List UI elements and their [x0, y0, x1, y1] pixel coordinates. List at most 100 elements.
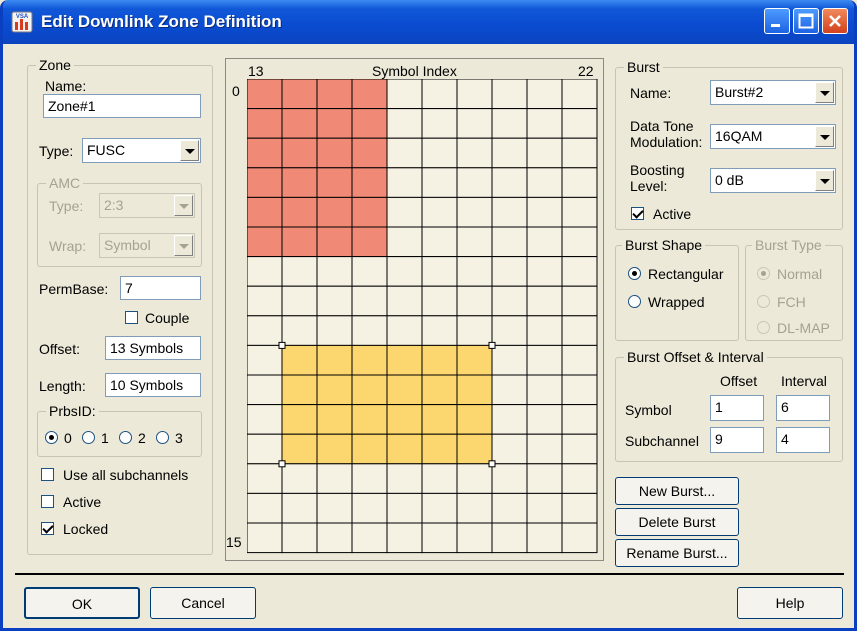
grid-cell[interactable] — [561, 522, 598, 554]
grid-cell[interactable] — [386, 256, 423, 287]
grid-cell[interactable] — [561, 256, 598, 287]
grid-cell[interactable] — [421, 196, 458, 228]
grid-cell[interactable] — [386, 433, 423, 465]
grid-cell[interactable] — [491, 256, 528, 287]
new-burst-button[interactable]: New Burst... — [615, 477, 739, 505]
burst-active-checkbox[interactable] — [631, 207, 644, 220]
grid-cell[interactable] — [386, 404, 423, 435]
grid-cell[interactable] — [351, 315, 388, 346]
grid-cell[interactable] — [561, 226, 598, 258]
grid-cell[interactable] — [247, 167, 283, 198]
minimize-button[interactable] — [764, 8, 790, 34]
grid-cell[interactable] — [421, 285, 458, 317]
grid-cell[interactable] — [386, 374, 423, 406]
grid-cell[interactable] — [351, 374, 388, 406]
grid-cell[interactable] — [421, 404, 458, 435]
grid-cell[interactable] — [456, 344, 493, 376]
maximize-button[interactable] — [793, 8, 819, 34]
grid-cell[interactable] — [247, 315, 283, 346]
grid-cell[interactable] — [316, 522, 353, 554]
grid-cell[interactable] — [351, 404, 388, 435]
zone-name-input[interactable]: Zone#1 — [43, 94, 201, 118]
grid-cell[interactable] — [351, 463, 388, 494]
delete-burst-button[interactable]: Delete Burst — [615, 508, 739, 536]
offset-input[interactable]: 13 Symbols — [105, 336, 201, 360]
permbase-input[interactable]: 7 — [120, 276, 201, 300]
prbsid-radio-0[interactable] — [45, 431, 58, 444]
grid-cell[interactable] — [386, 79, 423, 110]
prbsid-radio-1[interactable] — [82, 431, 95, 444]
grid-cell[interactable] — [526, 463, 563, 494]
symbol-offset-input[interactable]: 1 — [710, 395, 764, 421]
grid-cell[interactable] — [351, 285, 388, 317]
close-button[interactable] — [822, 8, 848, 34]
grid-cell[interactable] — [247, 522, 283, 554]
grid-cell[interactable] — [316, 137, 353, 169]
grid-cell[interactable] — [421, 522, 458, 554]
length-input[interactable]: 10 Symbols — [105, 373, 201, 397]
grid-cell[interactable] — [421, 226, 458, 258]
grid-cell[interactable] — [281, 522, 318, 554]
help-button[interactable]: Help — [737, 587, 843, 619]
grid-cell[interactable] — [456, 492, 493, 524]
grid-cell[interactable] — [421, 344, 458, 376]
grid-cell[interactable] — [561, 79, 598, 110]
grid-cell[interactable] — [456, 167, 493, 198]
grid-cell[interactable] — [316, 285, 353, 317]
selection-handle[interactable] — [488, 341, 496, 349]
grid-cell[interactable] — [281, 404, 318, 435]
grid-cell[interactable] — [316, 433, 353, 465]
grid-cell[interactable] — [386, 137, 423, 169]
grid-cell[interactable] — [561, 374, 598, 406]
chevron-down-icon[interactable] — [815, 82, 834, 103]
grid-cell[interactable] — [386, 315, 423, 346]
grid-cell[interactable] — [316, 79, 353, 110]
grid-cell[interactable] — [456, 404, 493, 435]
grid-cell[interactable] — [281, 492, 318, 524]
grid-cell[interactable] — [316, 256, 353, 287]
grid-cell[interactable] — [526, 256, 563, 287]
symbol-interval-input[interactable]: 6 — [776, 395, 830, 421]
grid-cell[interactable] — [526, 167, 563, 198]
grid-cell[interactable] — [351, 108, 388, 139]
burst-name-select[interactable]: Burst#2 — [710, 80, 836, 105]
grid-cell[interactable] — [281, 256, 318, 287]
grid-cell[interactable] — [491, 463, 528, 494]
grid-cell[interactable] — [491, 344, 528, 376]
prbsid-radio-3[interactable] — [156, 431, 169, 444]
grid-cell[interactable] — [247, 256, 283, 287]
grid-cell[interactable] — [526, 226, 563, 258]
grid-cell[interactable] — [526, 522, 563, 554]
grid-cell[interactable] — [561, 196, 598, 228]
grid-cell[interactable] — [386, 344, 423, 376]
grid-cell[interactable] — [456, 285, 493, 317]
grid-cell[interactable] — [316, 463, 353, 494]
couple-checkbox[interactable] — [125, 311, 138, 324]
grid-cell[interactable] — [316, 374, 353, 406]
grid-cell[interactable] — [281, 433, 318, 465]
grid-cell[interactable] — [526, 315, 563, 346]
grid-cell[interactable] — [316, 167, 353, 198]
grid-cell[interactable] — [526, 285, 563, 317]
grid-cell[interactable] — [561, 108, 598, 139]
grid-cell[interactable] — [247, 433, 283, 465]
grid-cell[interactable] — [247, 79, 283, 110]
grid-cell[interactable] — [456, 463, 493, 494]
grid-cell[interactable] — [491, 167, 528, 198]
grid-cell[interactable] — [491, 137, 528, 169]
grid-cell[interactable] — [491, 108, 528, 139]
cancel-button[interactable]: Cancel — [150, 587, 256, 619]
chevron-down-icon[interactable] — [815, 126, 834, 147]
grid-cell[interactable] — [351, 522, 388, 554]
grid-cell[interactable] — [281, 108, 318, 139]
selection-handle[interactable] — [278, 460, 286, 468]
use-all-subchannels-checkbox[interactable] — [41, 468, 54, 481]
grid-cell[interactable] — [491, 226, 528, 258]
grid-cell[interactable] — [247, 137, 283, 169]
grid-cell[interactable] — [526, 404, 563, 435]
grid-cell[interactable] — [421, 256, 458, 287]
grid-cell[interactable] — [281, 167, 318, 198]
title-bar[interactable]: VSA Edit Downlink Zone Definition — [3, 0, 854, 44]
subchannel-offset-input[interactable]: 9 — [710, 427, 764, 453]
grid-cell[interactable] — [561, 167, 598, 198]
